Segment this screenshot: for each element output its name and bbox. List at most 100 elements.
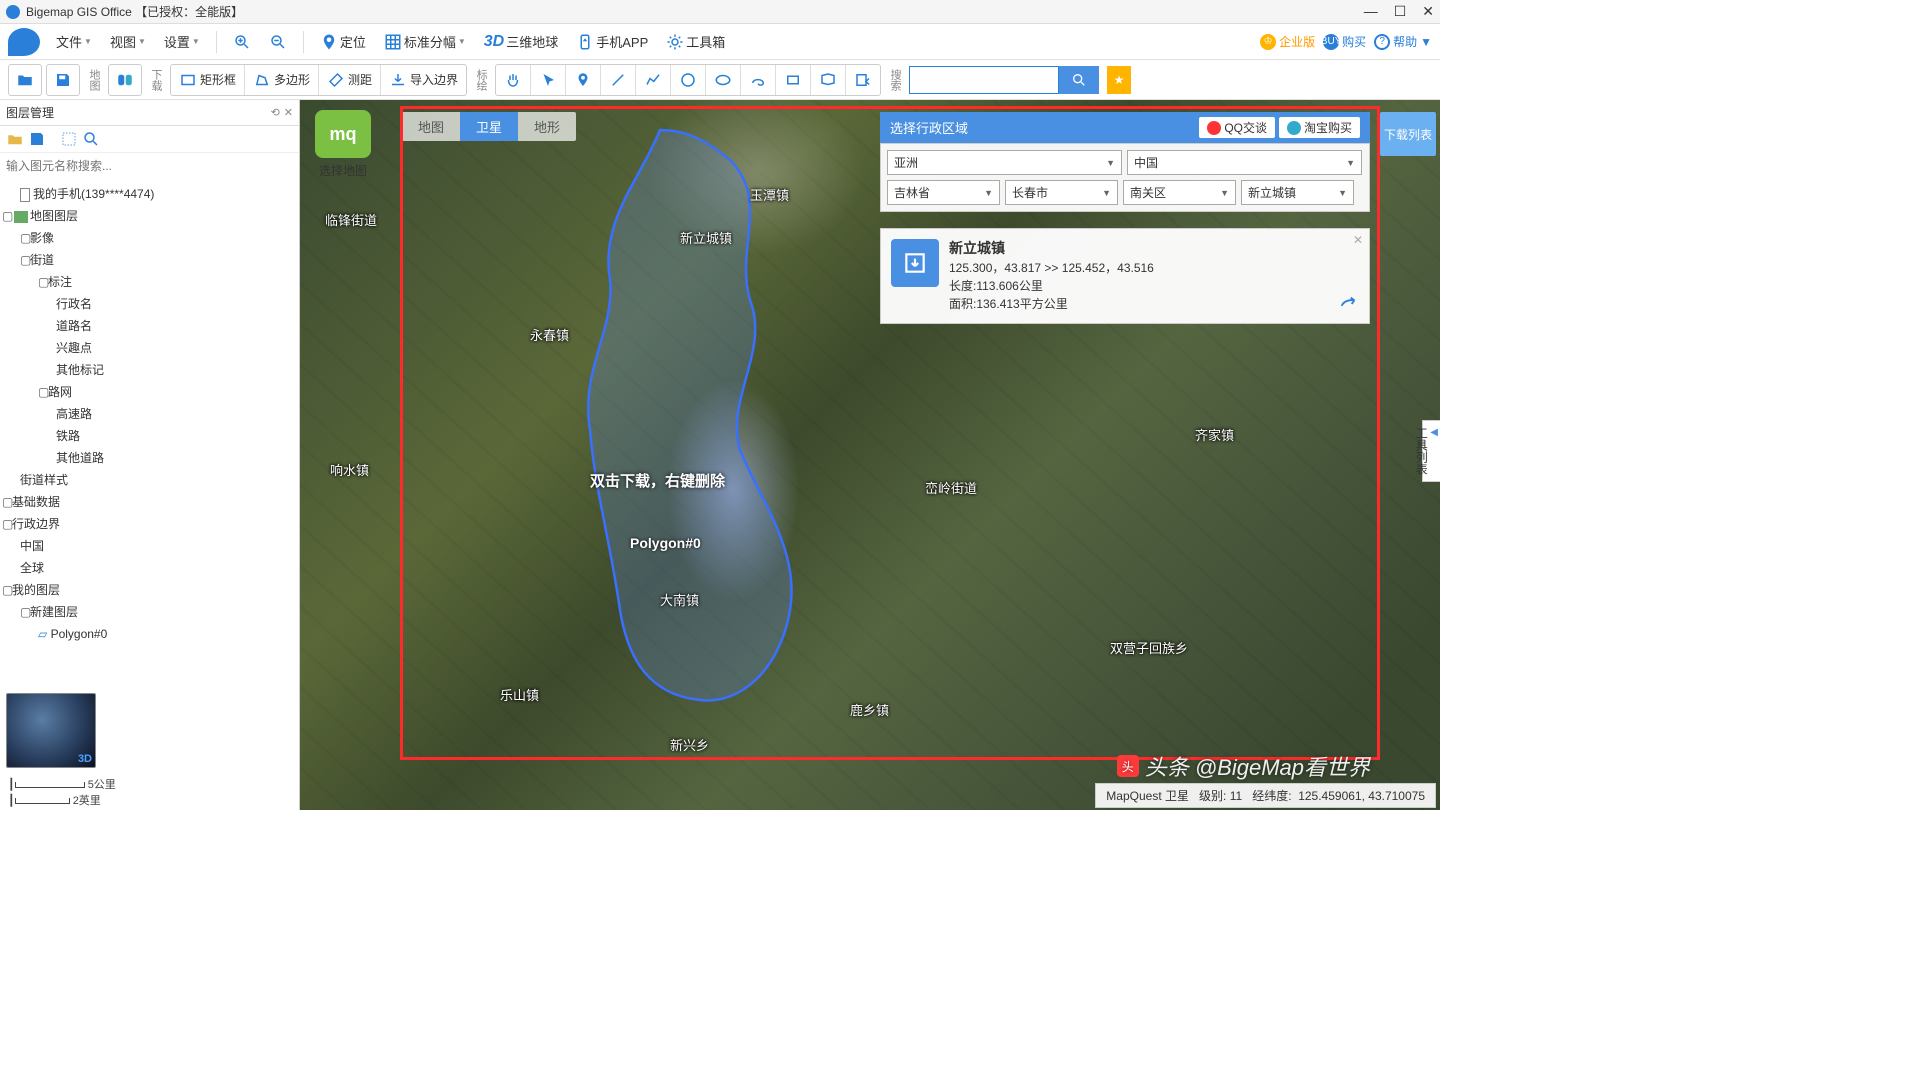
map-canvas[interactable]: mq 选择地图 地图 卫星 地形 选择行政区域 QQ交谈 淘宝购买 亚洲▼ 中国… <box>300 100 1440 810</box>
menu-view[interactable]: 视图▼ <box>104 28 152 55</box>
buy-link[interactable]: BUY购买 <box>1323 33 1366 50</box>
download-list-button[interactable]: 下载列表 <box>1380 112 1436 156</box>
tree-node-railway[interactable]: 铁路 <box>2 425 297 447</box>
toolbox-button[interactable]: 工具箱 <box>660 28 731 55</box>
pointer-tool[interactable] <box>531 65 566 95</box>
tree-node-road-name[interactable]: 道路名 <box>2 315 297 337</box>
polygon-tool[interactable]: 多边形 <box>245 65 319 95</box>
qq-chat-button[interactable]: QQ交谈 <box>1199 117 1275 138</box>
rectangle-tool[interactable] <box>776 65 811 95</box>
zoom-in-button[interactable] <box>227 29 257 55</box>
collapse-icon[interactable]: ⟲ <box>271 106 280 119</box>
zoom-out-button[interactable] <box>263 29 293 55</box>
tree-node-polygon0[interactable]: ▱ Polygon#0 <box>2 623 297 645</box>
folder-open-icon[interactable] <box>6 130 24 148</box>
label-tool[interactable] <box>811 65 846 95</box>
tree-node-street-style[interactable]: 街道样式 <box>2 469 297 491</box>
titlebar: Bigemap GIS Office 【已授权：全能版】 — ☐ ✕ <box>0 0 1440 24</box>
tool-list-tab[interactable]: ◀工具列表 <box>1422 420 1440 482</box>
select-country[interactable]: 中国▼ <box>1127 150 1362 175</box>
sidebar-title: 图层管理 <box>6 104 54 121</box>
search-input[interactable] <box>909 66 1059 94</box>
search-button[interactable] <box>1059 66 1099 94</box>
globe3d-button[interactable]: 3D三维地球 <box>478 28 564 55</box>
tree-node-new-layer[interactable]: ▢新建图层 <box>2 601 297 623</box>
scalebar: ┃ 5公里 ┃ 2英里 <box>0 774 299 810</box>
marker-tool[interactable] <box>566 65 601 95</box>
menubar: 文件▼ 视图▼ 设置▼ 定位 标准分幅▼ 3D三维地球 手机APP 工具箱 ♔企… <box>0 24 1440 60</box>
menu-file[interactable]: 文件▼ <box>50 28 98 55</box>
open-button[interactable] <box>8 64 42 96</box>
info-length: 长度:113.606公里 <box>949 277 1154 295</box>
tree-node-base-data[interactable]: ▢基础数据 <box>2 491 297 513</box>
tree-node-china[interactable]: 中国 <box>2 535 297 557</box>
tree-node-admin-border[interactable]: ▢行政边界 <box>2 513 297 535</box>
download-action-icon[interactable] <box>1305 293 1327 315</box>
tree-node-image[interactable]: ▢影像 <box>2 227 297 249</box>
search-box <box>909 66 1099 94</box>
close-info-icon[interactable]: ✕ <box>1353 233 1363 247</box>
globe-3d-thumbnail[interactable]: 3D <box>6 693 96 768</box>
close-panel-icon[interactable]: ✕ <box>284 106 293 119</box>
search-layer-icon[interactable] <box>82 130 100 148</box>
polyline-tool[interactable] <box>636 65 671 95</box>
mapquest-logo-icon: mq <box>315 110 371 158</box>
tree-node-poi[interactable]: 兴趣点 <box>2 337 297 359</box>
tree-node-admin-name[interactable]: 行政名 <box>2 293 297 315</box>
favorite-button[interactable]: ★ <box>1107 66 1131 94</box>
tree-node-other-road[interactable]: 其他道路 <box>2 447 297 469</box>
download-shape-group: 矩形框 多边形 测距 导入边界 <box>170 64 467 96</box>
minimize-icon[interactable]: — <box>1364 3 1378 20</box>
map-hint-text: 双击下载，右键删除 <box>590 470 725 491</box>
taobao-buy-button[interactable]: 淘宝购买 <box>1279 117 1360 138</box>
label-map: 地图 <box>84 69 104 91</box>
close-icon[interactable]: ✕ <box>1422 3 1434 20</box>
watermark: 头 头条 @BigeMap看世界 <box>1117 750 1370 782</box>
circle-tool[interactable] <box>671 65 706 95</box>
select-district[interactable]: 南关区▼ <box>1123 180 1236 205</box>
freehand-tool[interactable] <box>741 65 776 95</box>
tree-node-network[interactable]: ▢路网 <box>2 381 297 403</box>
locate-button[interactable]: 定位 <box>314 28 372 55</box>
import-boundary-tool[interactable]: 导入边界 <box>381 65 466 95</box>
tree-node-maplayer[interactable]: ▢地图图层 <box>2 205 297 227</box>
window-title: Bigemap GIS Office 【已授权：全能版】 <box>26 3 243 20</box>
tree-node-annot[interactable]: ▢标注 <box>2 271 297 293</box>
import-tool[interactable] <box>846 65 880 95</box>
map-source-button[interactable] <box>108 64 142 96</box>
maximize-icon[interactable]: ☐ <box>1394 3 1407 20</box>
tab-terrain[interactable]: 地形 <box>518 112 576 141</box>
tree-node-street[interactable]: ▢街道 <box>2 249 297 271</box>
tree-node-global[interactable]: 全球 <box>2 557 297 579</box>
tree-node-my-layer[interactable]: ▢我的图层 <box>2 579 297 601</box>
mobile-app-button[interactable]: 手机APP <box>570 28 654 55</box>
tree-node-phone[interactable]: 我的手机(139****4474) <box>2 183 297 205</box>
select-province[interactable]: 吉林省▼ <box>887 180 1000 205</box>
select-all-icon[interactable] <box>60 130 78 148</box>
map-source-select[interactable]: mq 选择地图 <box>308 110 378 179</box>
place-label: 新立城镇 <box>680 228 732 247</box>
info-coords: 125.300，43.817 >> 125.452，43.516 <box>949 259 1154 277</box>
pan-tool[interactable] <box>496 65 531 95</box>
tab-map[interactable]: 地图 <box>402 112 460 141</box>
layer-search-input[interactable] <box>6 157 293 175</box>
enterprise-link[interactable]: ♔企业版 <box>1260 33 1315 50</box>
line-tool[interactable] <box>601 65 636 95</box>
measure-tool[interactable]: 测距 <box>319 65 381 95</box>
select-city[interactable]: 长春市▼ <box>1005 180 1118 205</box>
tree-node-other-mark[interactable]: 其他标记 <box>2 359 297 381</box>
menu-settings[interactable]: 设置▼ <box>158 28 206 55</box>
tab-satellite[interactable]: 卫星 <box>460 112 518 141</box>
region-info-card: ✕ 新立城镇 125.300，43.817 >> 125.452，43.516 … <box>880 228 1370 324</box>
save-button[interactable] <box>46 64 80 96</box>
tree-node-highway[interactable]: 高速路 <box>2 403 297 425</box>
rect-tool[interactable]: 矩形框 <box>171 65 245 95</box>
select-continent[interactable]: 亚洲▼ <box>887 150 1122 175</box>
grid-button[interactable]: 标准分幅▼ <box>378 28 472 55</box>
save-layer-icon[interactable] <box>28 130 46 148</box>
share-action-icon[interactable] <box>1337 293 1359 315</box>
toutiao-icon: 头 <box>1117 755 1139 777</box>
select-town[interactable]: 新立城镇▼ <box>1241 180 1354 205</box>
help-link[interactable]: ?帮助▼ <box>1374 33 1432 50</box>
ellipse-tool[interactable] <box>706 65 741 95</box>
